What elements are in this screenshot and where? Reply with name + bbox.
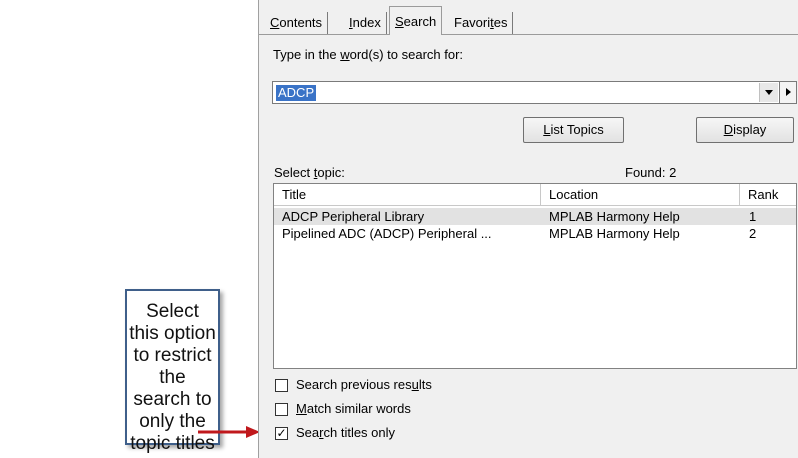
search-input-value[interactable]: ADCP — [276, 85, 317, 101]
prompt-text: Type in the — [273, 47, 341, 62]
label-text: Select — [274, 165, 314, 180]
tab-contents[interactable]: Contents — [265, 12, 329, 34]
tab-label: es — [493, 15, 508, 30]
row-title: Pipelined ADC (ADCP) Peripheral ... — [282, 226, 492, 241]
help-search-panel: Contents Index Search Favorites Type in … — [258, 0, 798, 458]
row-location: MPLAB Harmony Help — [549, 226, 680, 241]
label-accel: u — [411, 377, 419, 392]
tab-favorites[interactable]: Favorites — [449, 12, 514, 34]
arrow-icon — [198, 426, 260, 438]
arrow-right-icon[interactable] — [779, 81, 797, 104]
button-label: ist Topics — [550, 122, 604, 137]
tab-label: ndex — [352, 15, 381, 30]
row-location: MPLAB Harmony Help — [549, 209, 680, 224]
search-prompt-label: Type in the word(s) to search for: — [273, 47, 463, 62]
button-accel: L — [543, 122, 551, 137]
column-header-title[interactable]: Title — [274, 184, 541, 206]
button-accel: D — [723, 122, 734, 137]
found-count: Found: 2 — [625, 165, 677, 180]
option-label: Search previous results — [296, 377, 432, 393]
tab-index[interactable]: Index — [344, 12, 387, 34]
label-text: Sea — [296, 425, 320, 440]
prompt-text: ord(s) to search for: — [349, 47, 464, 62]
row-rank: 1 — [749, 209, 757, 224]
checkbox-unchecked[interactable] — [275, 379, 288, 392]
label-text: ch titles only — [323, 425, 396, 440]
tab-accel: S — [395, 14, 404, 29]
row-rank: 2 — [749, 226, 757, 241]
column-header-location[interactable]: Location — [541, 184, 740, 206]
label-text: Search previous res — [296, 377, 412, 392]
checkbox-unchecked[interactable] — [275, 403, 288, 416]
display-button[interactable]: Display — [696, 117, 794, 143]
label-text: lts — [418, 377, 432, 392]
search-combobox[interactable]: ADCP — [272, 81, 780, 104]
column-header-rank[interactable]: Rank — [740, 184, 796, 206]
tab-accel: C — [270, 15, 280, 30]
table-row[interactable]: ADCP Peripheral Library MPLAB Harmony He… — [274, 208, 796, 225]
table-row[interactable]: Pipelined ADC (ADCP) Peripheral ... MPLA… — [274, 225, 796, 242]
check-icon[interactable]: ✓ — [275, 427, 288, 440]
label-accel: M — [296, 401, 307, 416]
label-text: atch similar words — [306, 401, 411, 416]
chevron-down-icon[interactable] — [759, 83, 778, 102]
option-label: Match similar words — [296, 401, 411, 417]
tab-label: earch — [403, 14, 437, 29]
results-list[interactable]: Title Location Rank ADCP Peripheral Libr… — [273, 183, 797, 369]
option-label: Search titles only — [296, 425, 395, 441]
row-title: ADCP Peripheral Library — [282, 209, 425, 224]
button-label: isplay — [733, 122, 767, 137]
list-topics-button[interactable]: List Topics — [523, 117, 624, 143]
prompt-accel: w — [340, 47, 350, 62]
tab-divider — [259, 34, 798, 35]
tab-label: ontents — [279, 15, 323, 30]
select-topic-label: Select topic: — [274, 165, 345, 180]
tab-label: Favori — [454, 15, 491, 30]
label-text: opic: — [317, 165, 345, 180]
tab-search[interactable]: Search — [389, 6, 443, 35]
annotation-callout: Select this option to restrict the searc… — [125, 289, 220, 454]
